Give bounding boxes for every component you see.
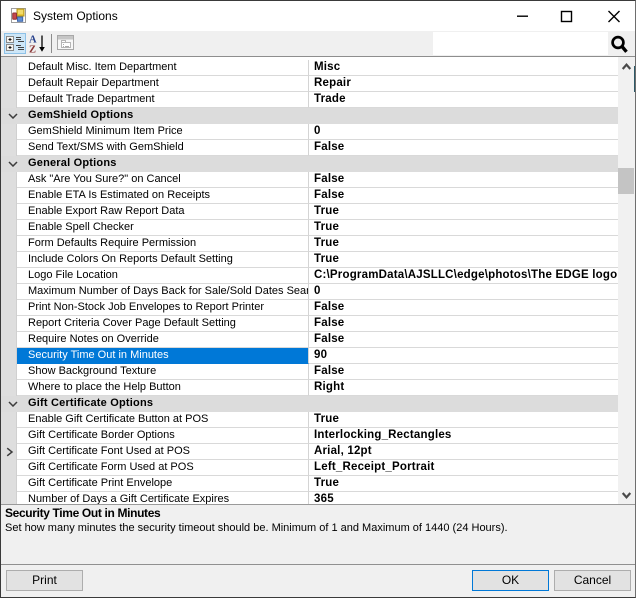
svg-text:Z: Z <box>29 45 36 55</box>
